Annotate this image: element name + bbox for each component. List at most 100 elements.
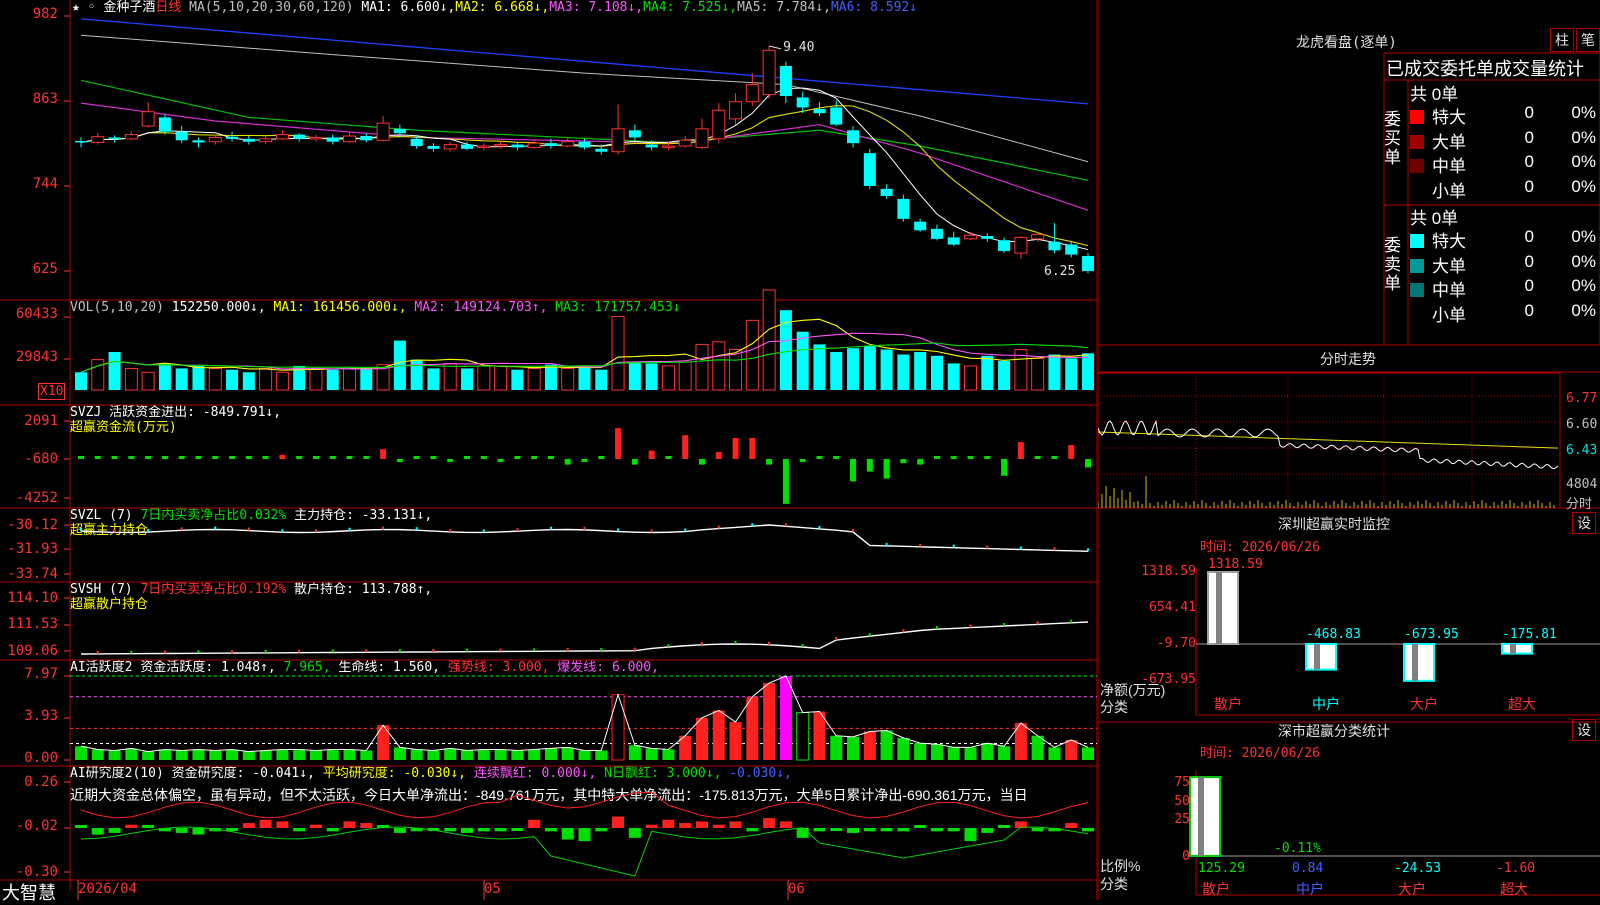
research-bar xyxy=(544,828,557,832)
volume-bar xyxy=(914,352,927,390)
sz-stats-axis-label: 0 xyxy=(1182,849,1190,864)
candle xyxy=(981,236,994,239)
retail-tick xyxy=(667,644,670,647)
candle xyxy=(611,128,625,153)
activity-bar xyxy=(75,746,87,760)
candle xyxy=(729,101,743,120)
candle xyxy=(208,136,222,143)
research-bar xyxy=(964,828,977,842)
order-size-row: 小单 xyxy=(1410,177,1466,202)
intraday-title: 分时走势 xyxy=(1320,352,1376,368)
research-bar xyxy=(175,828,188,833)
research-bar xyxy=(930,828,943,832)
holding-tick xyxy=(415,527,418,531)
bar-mode-button[interactable]: 柱 xyxy=(1550,28,1574,52)
retail-tick xyxy=(902,629,905,633)
research-bar xyxy=(309,824,322,828)
sz-stats-value-label: 0.84 xyxy=(1292,861,1323,876)
candle xyxy=(226,136,239,139)
activity-bar xyxy=(712,710,725,760)
flow-bar xyxy=(682,435,689,459)
volume-bar xyxy=(813,344,826,390)
intraday-axis-label: 6.77 xyxy=(1566,391,1598,406)
tiger-title: 龙虎看盘(逐单) xyxy=(1296,35,1397,51)
candle xyxy=(830,107,843,125)
sz-monitor-bar xyxy=(1501,643,1533,655)
candle xyxy=(141,111,155,127)
candle xyxy=(678,139,692,147)
retail-tick xyxy=(1070,619,1073,623)
candle xyxy=(360,136,373,141)
activity-bar xyxy=(242,751,255,760)
activity-bar xyxy=(410,749,423,760)
holding-tick xyxy=(449,528,452,532)
candle xyxy=(847,130,860,144)
flow-bar xyxy=(396,459,403,462)
candle xyxy=(494,144,508,147)
activity-bar xyxy=(125,748,138,760)
flow-bar xyxy=(78,456,84,459)
flow-bar xyxy=(346,456,353,459)
main-chart-canvas[interactable]: 9.40 6.25 xyxy=(0,0,1098,900)
activity-bar xyxy=(796,712,810,761)
flow-bar xyxy=(430,456,437,459)
holding-tick xyxy=(549,526,552,530)
candle xyxy=(1082,256,1094,271)
flow-bar xyxy=(497,459,504,462)
order-percent: 0% xyxy=(1571,276,1596,295)
volume-bar xyxy=(930,355,943,390)
order-volume: 0 xyxy=(1524,127,1534,147)
activity-bar xyxy=(477,749,490,760)
holding-tick xyxy=(1087,548,1089,552)
candle xyxy=(1014,236,1028,254)
candle xyxy=(443,144,457,150)
retail-tick xyxy=(533,648,536,652)
sell-side-label: 委卖单 xyxy=(1384,236,1401,293)
order-size-row: 特大 xyxy=(1410,227,1466,252)
order-percent: 0% xyxy=(1571,176,1596,196)
activity-bar xyxy=(695,717,708,760)
activity-bar xyxy=(494,749,507,760)
tick-mode-button[interactable]: 笔 xyxy=(1576,28,1600,52)
price-high-label: 9.40 xyxy=(783,40,814,55)
activity-bar xyxy=(914,743,927,760)
retail-tick xyxy=(566,648,569,652)
flow-bar xyxy=(816,456,823,459)
activity-bar xyxy=(628,745,641,760)
candle xyxy=(242,138,255,142)
flow-bar xyxy=(564,459,571,465)
volume-bar xyxy=(309,367,323,391)
color-swatch-icon xyxy=(1410,110,1424,124)
holding-tick xyxy=(952,544,955,548)
research-bar xyxy=(343,821,356,828)
candle xyxy=(544,143,557,146)
holding-tick xyxy=(717,525,720,529)
order-volume: 0 xyxy=(1524,300,1534,320)
research-bar xyxy=(897,828,910,832)
research-bar xyxy=(91,828,104,835)
flow-bar xyxy=(698,459,705,465)
retail-tick xyxy=(264,649,267,653)
sz-stats-xlabel: 分类 xyxy=(1100,876,1128,892)
candle xyxy=(964,234,978,240)
activity-bar xyxy=(746,696,759,760)
retail-tick xyxy=(835,637,838,640)
flow-bar xyxy=(329,456,336,459)
research-bar xyxy=(863,828,876,832)
activity-bar xyxy=(276,749,289,760)
sz-monitor-settings-button[interactable]: 设 xyxy=(1572,512,1596,534)
order-size-row: 中单 xyxy=(1410,152,1466,177)
sz-monitor-bar xyxy=(1207,571,1239,645)
volume-bar xyxy=(762,289,776,391)
order-size-row: 中单 xyxy=(1410,276,1466,301)
volume-bar xyxy=(729,348,743,391)
activity-bar xyxy=(947,747,960,760)
research-bar xyxy=(444,828,457,832)
flow-bar xyxy=(464,456,471,459)
activity-bar xyxy=(360,750,373,760)
sz-stats-settings-button[interactable]: 设 xyxy=(1572,719,1596,741)
sz-stats-category: 中户 xyxy=(1296,881,1324,898)
intraday-avg-line xyxy=(1098,431,1559,449)
flow-bar xyxy=(178,456,185,459)
flow-bar xyxy=(547,456,554,459)
